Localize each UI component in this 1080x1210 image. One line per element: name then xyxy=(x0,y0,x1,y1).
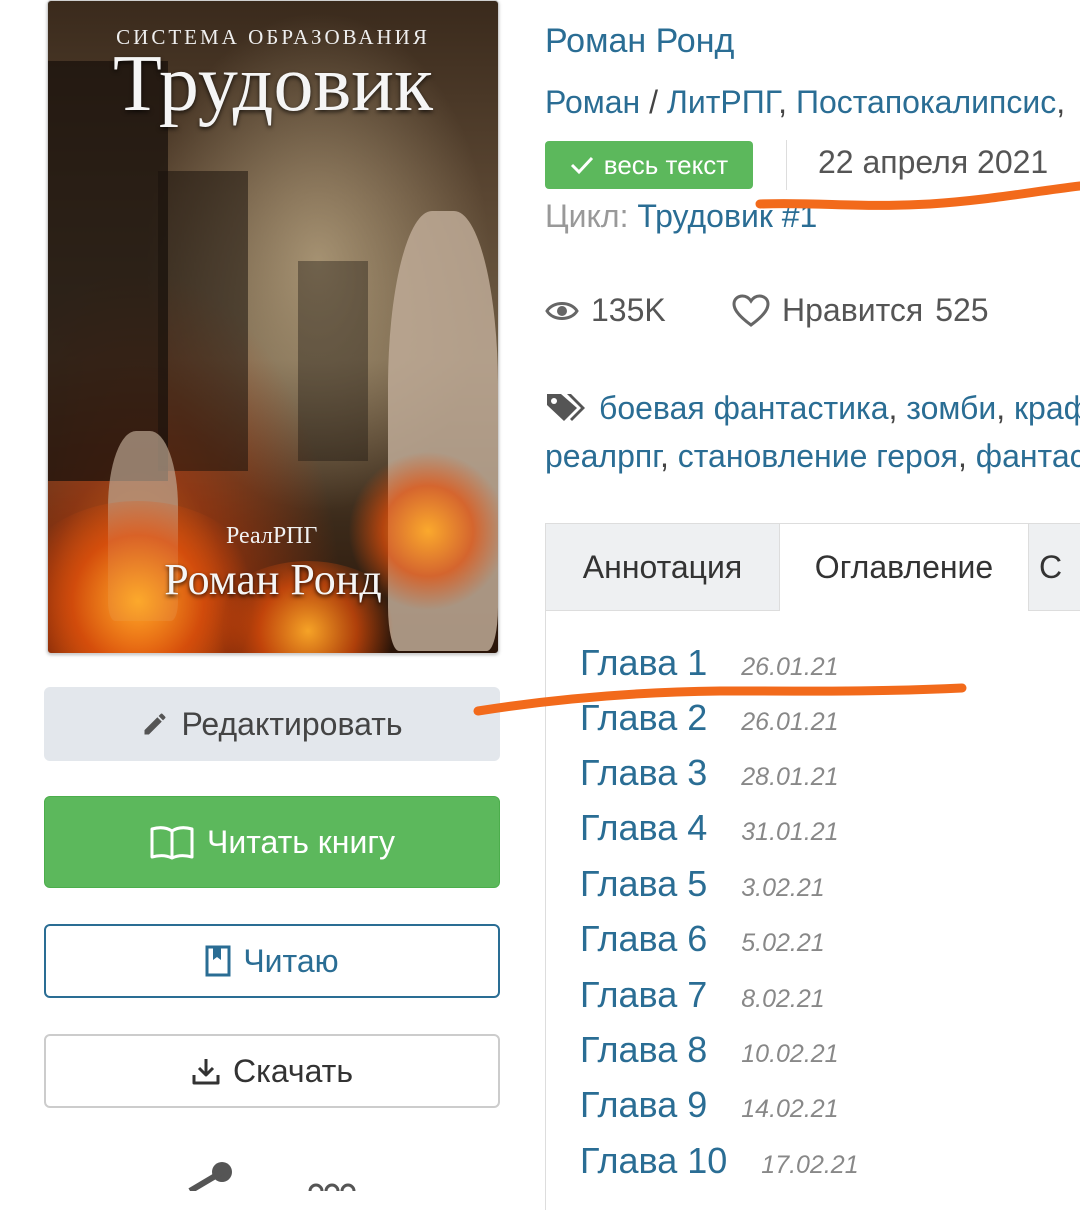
cover-title: Трудовик xyxy=(113,40,433,128)
chapter-title[interactable]: Глава 4 xyxy=(580,807,707,849)
likes-label: Нравится xyxy=(782,292,924,328)
cycle-label: Цикл: xyxy=(545,198,629,234)
tab-other[interactable]: С xyxy=(1028,523,1080,611)
tab-bar: Аннотация Оглавление С xyxy=(545,523,1080,611)
edit-button-label: Редактировать xyxy=(181,705,403,742)
chapter-title[interactable]: Глава 7 xyxy=(580,974,707,1016)
chapter-item[interactable]: Глава 2 26.01.21 xyxy=(580,697,839,739)
tag-icon xyxy=(547,394,585,421)
tab-contents[interactable]: Оглавление xyxy=(779,523,1029,611)
check-icon xyxy=(570,156,593,175)
genre-separator: / xyxy=(649,84,658,120)
bookmark-icon xyxy=(205,945,231,977)
chapter-title[interactable]: Глава 10 xyxy=(580,1140,727,1182)
reading-label: Читаю xyxy=(243,942,339,979)
chapter-date: 5.02.21 xyxy=(741,929,825,957)
genre-link[interactable]: Постапокалипсис xyxy=(796,84,1056,120)
chapter-date: 17.02.21 xyxy=(761,1151,859,1179)
cycle-link[interactable]: Трудовик #1 xyxy=(637,198,817,234)
chapter-item[interactable]: Глава 3 28.01.21 xyxy=(580,752,839,794)
tag-link[interactable]: боевая фантастика xyxy=(599,390,889,426)
read-book-label: Читать книгу xyxy=(206,823,396,860)
chapter-title[interactable]: Глава 8 xyxy=(580,1029,707,1071)
genre-list: Роман / ЛитРПГ, Постапокалипсис, xyxy=(545,84,1066,120)
likes-button[interactable]: Нравится 525 xyxy=(732,292,989,329)
likes-count: 525 xyxy=(935,292,989,328)
chapter-date: 10.02.21 xyxy=(741,1040,839,1068)
download-label: Скачать xyxy=(233,1052,353,1089)
chapter-date: 14.02.21 xyxy=(741,1095,839,1123)
chapter-item[interactable]: Глава 1 26.01.21 xyxy=(580,642,839,684)
cover-genre: РеалРПГ xyxy=(226,523,318,549)
chapter-item[interactable]: Глава 7 8.02.21 xyxy=(580,974,825,1016)
chapter-date: 31.01.21 xyxy=(741,818,839,846)
status-badge-label: весь текст xyxy=(603,149,729,180)
cycle-row: Цикл: Трудовик #1 xyxy=(545,198,817,235)
edit-button[interactable]: Редактировать xyxy=(44,687,500,761)
genre-link[interactable]: ЛитРПГ xyxy=(667,84,778,120)
read-book-button[interactable]: Читать книгу xyxy=(44,796,500,888)
chapter-item[interactable]: Глава 6 5.02.21 xyxy=(580,918,825,960)
download-icon xyxy=(192,1059,220,1085)
chapter-title[interactable]: Глава 1 xyxy=(580,642,707,684)
tag-link[interactable]: фантас xyxy=(976,438,1080,474)
tag-link[interactable]: краф xyxy=(1014,390,1080,426)
chapter-item[interactable]: Глава 5 3.02.21 xyxy=(580,863,825,905)
eye-icon xyxy=(545,301,579,320)
cover-author: Роман Ронд xyxy=(164,555,382,604)
tag-list: боевая фантастика, зомби, краф реалрпг, … xyxy=(545,384,1080,480)
chapter-title[interactable]: Глава 5 xyxy=(580,863,707,905)
tab-annotation[interactable]: Аннотация xyxy=(545,523,780,611)
author-link[interactable]: Роман Ронд xyxy=(545,22,734,61)
chapter-item[interactable]: Глава 4 31.01.21 xyxy=(580,807,839,849)
pencil-icon xyxy=(144,713,166,735)
chapter-item[interactable]: Глава 10 17.02.21 xyxy=(580,1140,859,1182)
chapter-date: 8.02.21 xyxy=(741,985,825,1013)
chapter-date: 28.01.21 xyxy=(741,763,839,791)
tag-link[interactable]: реалрпг xyxy=(545,438,660,474)
chapter-title[interactable]: Глава 2 xyxy=(580,697,707,739)
publish-date: 22 апреля 2021 xyxy=(818,144,1049,180)
book-cover[interactable]: СИСТЕМА ОБРАЗОВАНИЯ Трудовик РеалРПГ Ром… xyxy=(47,0,499,654)
reading-button[interactable]: Читаю xyxy=(44,924,500,998)
chapter-title[interactable]: Глава 9 xyxy=(580,1084,707,1126)
chapter-date: 26.01.21 xyxy=(741,653,839,681)
download-button[interactable]: Скачать xyxy=(44,1034,500,1108)
chapter-date: 3.02.21 xyxy=(741,874,825,902)
divider xyxy=(786,140,787,190)
heart-icon xyxy=(732,293,770,327)
chapter-item[interactable]: Глава 8 10.02.21 xyxy=(580,1029,839,1071)
open-book-icon xyxy=(150,826,194,860)
chapter-title[interactable]: Глава 6 xyxy=(580,918,707,960)
chapter-date: 26.01.21 xyxy=(741,708,839,736)
genre-link[interactable]: Роман xyxy=(545,84,640,120)
chapter-item[interactable]: Глава 9 14.02.21 xyxy=(580,1084,839,1126)
views-counter: 135K xyxy=(545,292,666,329)
share-icon[interactable] xyxy=(182,1160,234,1191)
chapter-title[interactable]: Глава 3 xyxy=(580,752,707,794)
tag-link[interactable]: становление героя xyxy=(678,438,958,474)
status-badge: весь текст xyxy=(545,141,753,189)
views-count: 135K xyxy=(591,292,666,328)
tag-link[interactable]: зомби xyxy=(906,390,996,426)
more-icon[interactable] xyxy=(308,1178,356,1191)
